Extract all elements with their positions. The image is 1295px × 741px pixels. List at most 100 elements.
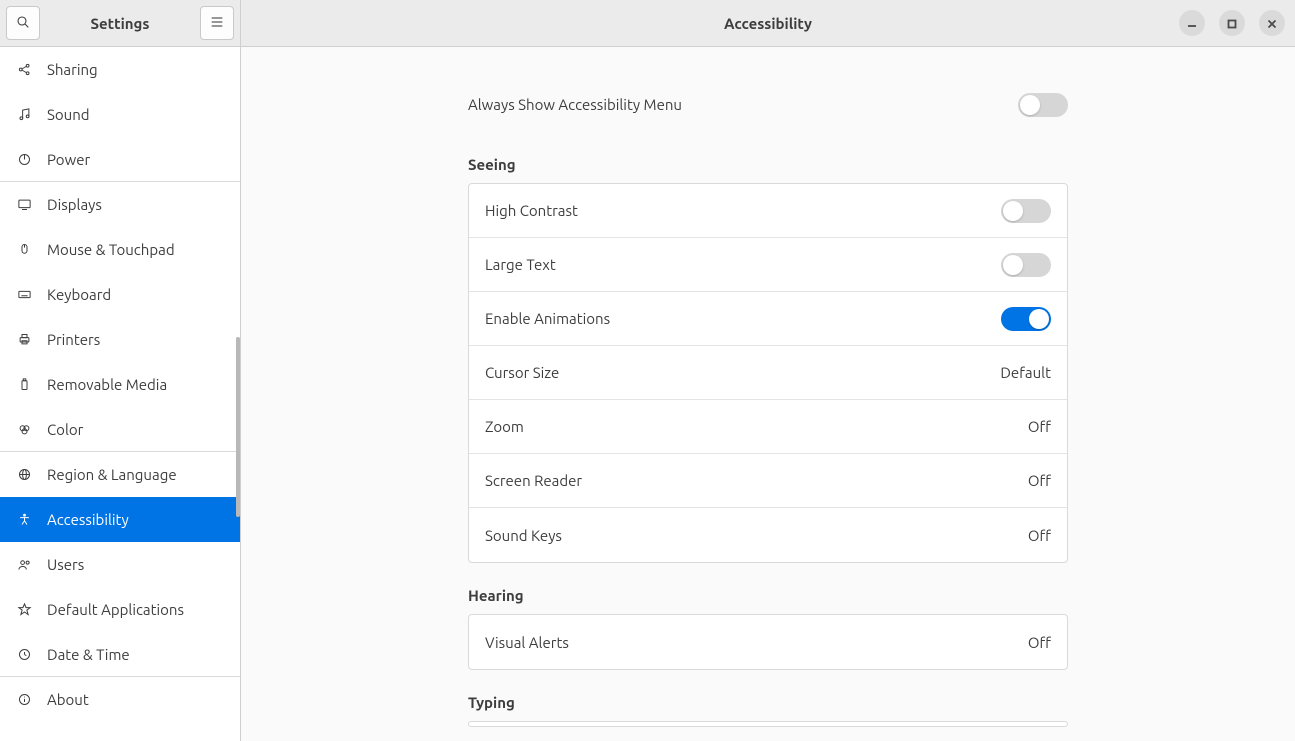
window-close-button[interactable] <box>1259 10 1285 36</box>
row-zoom[interactable]: Zoom Off <box>469 400 1067 454</box>
search-button[interactable] <box>6 6 40 40</box>
row-label: Cursor Size <box>485 364 559 381</box>
row-value: Off <box>1028 634 1051 651</box>
section-title-seeing: Seeing <box>468 156 1068 173</box>
row-enable-animations[interactable]: Enable Animations <box>469 292 1067 346</box>
users-icon <box>15 557 33 572</box>
sidebar: Settings Sharing Sound Power Displays Mo… <box>0 0 241 741</box>
row-value: Default <box>1000 364 1051 381</box>
row-value: Off <box>1028 472 1051 489</box>
sidebar-item-mouse-touchpad[interactable]: Mouse & Touchpad <box>0 227 240 272</box>
hamburger-menu-button[interactable] <box>200 6 234 40</box>
search-icon <box>15 14 31 33</box>
row-label: Large Text <box>485 256 556 273</box>
sidebar-scrollbar-track[interactable] <box>236 47 240 741</box>
sidebar-item-label: Date & Time <box>47 646 130 663</box>
toggle-high-contrast[interactable] <box>1001 199 1051 223</box>
row-value: Off <box>1028 527 1051 544</box>
printer-icon <box>15 332 33 347</box>
toggle-always-show-accessibility-menu[interactable] <box>1018 93 1068 117</box>
sidebar-item-power[interactable]: Power <box>0 137 240 182</box>
sidebar-item-region-language[interactable]: Region & Language <box>0 452 240 497</box>
row-always-show-accessibility-menu: Always Show Accessibility Menu <box>468 77 1068 132</box>
row-label: Always Show Accessibility Menu <box>468 96 682 113</box>
content-scroll-area[interactable]: Always Show Accessibility Menu Seeing Hi… <box>241 47 1295 741</box>
row-screen-reader[interactable]: Screen Reader Off <box>469 454 1067 508</box>
minimize-icon <box>1187 15 1197 32</box>
display-icon <box>15 197 33 212</box>
sidebar-item-accessibility[interactable]: Accessibility <box>0 497 240 542</box>
row-cursor-size[interactable]: Cursor Size Default <box>469 346 1067 400</box>
sidebar-item-date-time[interactable]: Date & Time <box>0 632 240 677</box>
panel-hearing: Visual Alerts Off <box>468 614 1068 670</box>
sidebar-item-label: Keyboard <box>47 286 111 303</box>
row-label: Zoom <box>485 418 524 435</box>
sidebar-item-printers[interactable]: Printers <box>0 317 240 362</box>
sidebar-item-users[interactable]: Users <box>0 542 240 587</box>
row-visual-alerts[interactable]: Visual Alerts Off <box>469 615 1067 669</box>
section-title-hearing: Hearing <box>468 587 1068 604</box>
mouse-icon <box>15 242 33 257</box>
sidebar-item-displays[interactable]: Displays <box>0 182 240 227</box>
row-label: Screen Reader <box>485 472 582 489</box>
sidebar-item-label: Power <box>47 151 90 168</box>
sidebar-item-about[interactable]: About <box>0 677 240 722</box>
share-icon <box>15 62 33 77</box>
window-minimize-button[interactable] <box>1179 10 1205 36</box>
sidebar-item-label: Region & Language <box>47 466 177 483</box>
sidebar-item-label: Printers <box>47 331 100 348</box>
sidebar-header: Settings <box>0 0 240 47</box>
sidebar-item-sharing[interactable]: Sharing <box>0 47 240 92</box>
sidebar-item-keyboard[interactable]: Keyboard <box>0 272 240 317</box>
keyboard-icon <box>15 287 33 302</box>
panel-seeing: High Contrast Large Text Enable Animatio… <box>468 183 1068 563</box>
window-controls <box>1179 0 1285 46</box>
power-icon <box>15 152 33 167</box>
clock-icon <box>15 647 33 662</box>
close-icon <box>1267 15 1277 32</box>
row-value: Off <box>1028 418 1051 435</box>
row-label: Enable Animations <box>485 310 610 327</box>
hamburger-icon <box>209 14 225 33</box>
sidebar-item-label: Mouse & Touchpad <box>47 241 175 258</box>
panel-typing <box>468 721 1068 727</box>
row-sound-keys[interactable]: Sound Keys Off <box>469 508 1067 562</box>
sidebar-item-label: Removable Media <box>47 376 167 393</box>
content-column: Always Show Accessibility Menu Seeing Hi… <box>468 77 1068 727</box>
sidebar-nav-list: Sharing Sound Power Displays Mouse & Tou… <box>0 47 240 741</box>
globe-icon <box>15 467 33 482</box>
sidebar-item-removable-media[interactable]: Removable Media <box>0 362 240 407</box>
star-icon <box>15 602 33 617</box>
sidebar-item-sound[interactable]: Sound <box>0 92 240 137</box>
usb-icon <box>15 377 33 392</box>
main-panel: Accessibility Always Show Accessibility … <box>241 0 1295 741</box>
row-label: High Contrast <box>485 202 578 219</box>
sidebar-item-label: Sharing <box>47 61 98 78</box>
sidebar-item-label: Sound <box>47 106 90 123</box>
section-title-typing: Typing <box>468 694 1068 711</box>
sidebar-item-label: Accessibility <box>47 511 129 528</box>
row-high-contrast[interactable]: High Contrast <box>469 184 1067 238</box>
sidebar-item-label: Default Applications <box>47 601 184 618</box>
main-header: Accessibility <box>241 0 1295 47</box>
row-label: Sound Keys <box>485 527 562 544</box>
sidebar-item-label: Users <box>47 556 84 573</box>
music-note-icon <box>15 107 33 122</box>
sidebar-item-label: Color <box>47 421 83 438</box>
row-label: Visual Alerts <box>485 634 569 651</box>
info-icon <box>15 692 33 707</box>
sidebar-item-label: About <box>47 691 89 708</box>
window-maximize-button[interactable] <box>1219 10 1245 36</box>
sidebar-title: Settings <box>46 15 194 32</box>
sidebar-item-label: Displays <box>47 196 102 213</box>
sidebar-item-default-applications[interactable]: Default Applications <box>0 587 240 632</box>
color-icon <box>15 422 33 437</box>
sidebar-scrollbar-thumb[interactable] <box>236 337 240 517</box>
maximize-icon <box>1227 15 1237 32</box>
sidebar-item-color[interactable]: Color <box>0 407 240 452</box>
row-large-text[interactable]: Large Text <box>469 238 1067 292</box>
toggle-enable-animations[interactable] <box>1001 307 1051 331</box>
toggle-large-text[interactable] <box>1001 253 1051 277</box>
accessibility-icon <box>15 512 33 527</box>
page-title: Accessibility <box>251 15 1285 32</box>
